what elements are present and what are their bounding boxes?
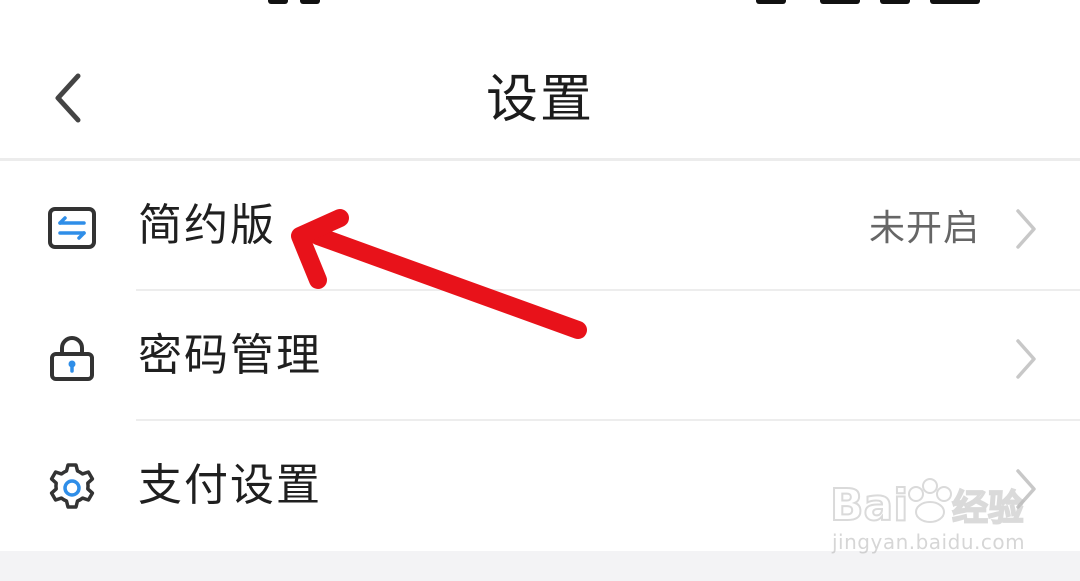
watermark-url: jingyan.baidu.com bbox=[832, 530, 1026, 554]
svg-text:Bai: Bai bbox=[830, 480, 908, 530]
status-bar bbox=[0, 0, 1080, 10]
chevron-right-icon bbox=[1012, 205, 1040, 253]
settings-item-simple-mode[interactable]: 简约版 未开启 bbox=[0, 161, 1080, 291]
settings-item-label: 密码管理 bbox=[138, 330, 322, 381]
status-value: 未开启 bbox=[868, 208, 980, 249]
page-title: 设置 bbox=[485, 70, 594, 130]
watermark: Bai 经验 jingyan.baidu.com bbox=[826, 460, 1056, 560]
gear-icon bbox=[46, 462, 98, 514]
lock-icon bbox=[46, 332, 98, 384]
svg-text:经验: 经验 bbox=[952, 488, 1024, 529]
nav-header: 设置 bbox=[0, 40, 1080, 158]
settings-item-password[interactable]: 密码管理 bbox=[0, 291, 1080, 421]
chevron-right-icon bbox=[1012, 335, 1040, 383]
settings-item-label: 简约版 bbox=[138, 200, 276, 251]
swap-icon bbox=[46, 202, 98, 254]
baidu-jingyan-logo: Bai 经验 bbox=[829, 478, 1025, 530]
settings-item-label: 支付设置 bbox=[138, 460, 322, 511]
